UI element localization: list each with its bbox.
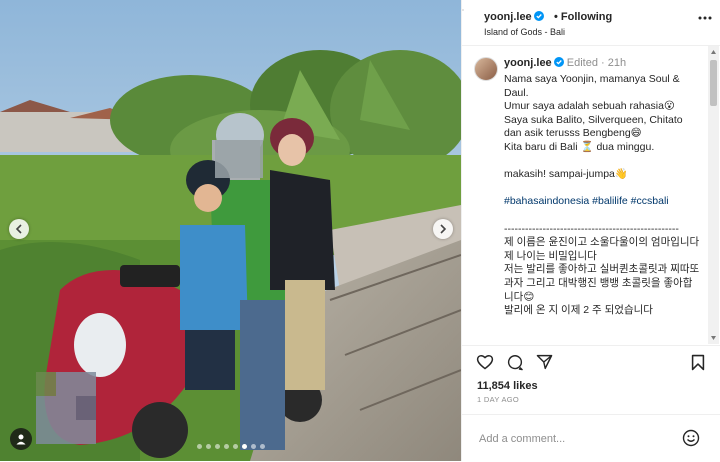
location-link[interactable]: Island of Gods - Bali	[484, 27, 565, 37]
carousel-dot	[259, 444, 265, 449]
comment-input[interactable]	[477, 425, 681, 453]
emoji-icon[interactable]	[682, 429, 700, 447]
carousel-indicator	[0, 444, 461, 449]
scroll-thumb[interactable]	[710, 60, 717, 106]
caption-line: Kita baru di Bali ⏳ dua minggu.	[504, 140, 655, 153]
chevron-right-icon	[440, 224, 447, 234]
carousel-dot	[250, 444, 256, 449]
caption-scrollbar[interactable]	[708, 46, 719, 344]
caption-header: yoonj.lee Edited · 21h	[504, 57, 626, 69]
caption-text: Nama saya Yoonjin, mamanya Soul & Daul. …	[504, 73, 700, 318]
post-header: yoonj.lee • Following Island of Gods - B…	[462, 0, 720, 46]
photo-scene	[0, 0, 461, 461]
instagram-post: yoonj.lee • Following Island of Gods - B…	[0, 0, 720, 461]
post-photo[interactable]	[0, 0, 461, 461]
carousel-dot	[232, 444, 238, 449]
caption-username[interactable]: yoonj.lee	[504, 57, 564, 69]
carousel-dot	[214, 444, 220, 449]
caption-avatar[interactable]	[474, 57, 498, 81]
caption-line: 발리에 온 지 이제 2 주 되었습니다	[504, 304, 653, 317]
caption-hashtags[interactable]: #bahasaindonesia #balilife #ccsbali	[504, 195, 700, 209]
caption-line: Saya suka Balito, Silverqueen, Chitato d…	[504, 113, 683, 140]
tagged-users-button[interactable]	[10, 428, 32, 450]
caption-line: makasih! sampai-jumpa👋	[504, 168, 628, 181]
post-age: 1 DAY AGO	[477, 395, 520, 404]
save-bookmark-icon[interactable]	[691, 354, 705, 371]
verified-badge-icon	[553, 57, 564, 67]
comment-bar	[462, 414, 720, 462]
carousel-dot	[241, 444, 247, 449]
share-send-icon[interactable]	[536, 354, 553, 370]
caption-divider: ----------------------------------------…	[504, 222, 679, 235]
more-options-icon[interactable]	[698, 16, 712, 20]
previous-slide-button[interactable]	[9, 219, 29, 239]
chevron-left-icon	[15, 224, 22, 234]
carousel-dot	[223, 444, 229, 449]
header-username[interactable]: yoonj.lee	[484, 11, 544, 23]
next-slide-button[interactable]	[433, 219, 453, 239]
scroll-up-arrow-icon[interactable]	[710, 48, 717, 56]
caption-line: 저는 발리를 좋아하고 실버퀸초콜릿과 찌따또 과자 그리고 대박행진 뱅뱅 초…	[504, 263, 700, 303]
caption-line: 제 이름은 윤진이고 소울다울이의 엄마입니다	[504, 236, 700, 249]
comment-icon[interactable]	[506, 354, 524, 371]
caption-line: Umur saya adalah sebuah rahasia😮	[504, 100, 675, 113]
carousel-dot	[196, 444, 202, 449]
carousel-dot	[205, 444, 211, 449]
scroll-down-arrow-icon[interactable]	[710, 334, 717, 342]
verified-badge-icon	[533, 11, 544, 21]
following-button[interactable]: • Following	[554, 11, 612, 23]
caption-scroll-area[interactable]: yoonj.lee Edited · 21h Nama saya Yoonjin…	[462, 46, 708, 344]
edited-label: Edited	[566, 57, 598, 69]
likes-count[interactable]: 11,854 likes	[477, 380, 538, 392]
user-tag-icon	[16, 434, 26, 445]
meta-separator: ·	[601, 57, 605, 69]
post-time[interactable]: 21h	[608, 57, 626, 69]
caption-line: Nama saya Yoonjin, mamanya Soul & Daul.	[504, 73, 680, 99]
like-heart-icon[interactable]	[476, 354, 494, 370]
post-side-panel: yoonj.lee • Following Island of Gods - B…	[461, 0, 720, 461]
caption-line: 제 나이는 비밀입니다	[504, 249, 597, 262]
